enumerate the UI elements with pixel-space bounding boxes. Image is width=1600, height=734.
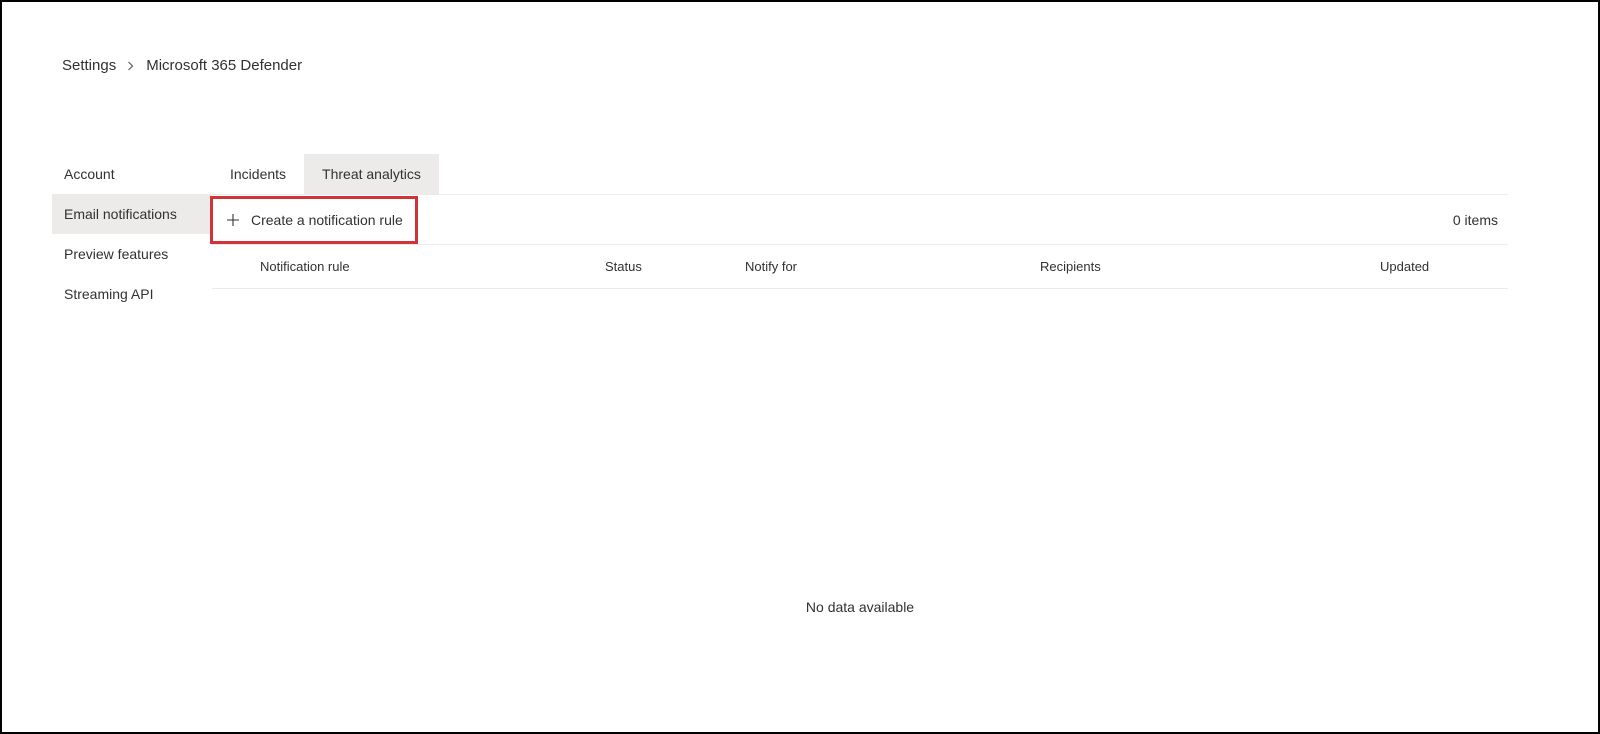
plus-icon (225, 212, 241, 228)
chevron-right-icon (126, 58, 136, 74)
create-button-label: Create a notification rule (251, 212, 403, 228)
empty-state-message: No data available (212, 289, 1508, 615)
tab-incidents[interactable]: Incidents (212, 154, 304, 194)
sidebar-item-account[interactable]: Account (52, 154, 212, 194)
settings-sidebar: Account Email notifications Preview feat… (52, 154, 212, 615)
sidebar-item-email-notifications[interactable]: Email notifications (52, 194, 212, 234)
column-checkbox (212, 259, 260, 274)
item-count: 0 items (1453, 212, 1508, 228)
create-notification-rule-button[interactable]: Create a notification rule (210, 196, 418, 244)
main-content: Incidents Threat analytics Create a noti… (212, 154, 1508, 615)
column-notification-rule[interactable]: Notification rule (260, 259, 605, 274)
column-notify-for[interactable]: Notify for (745, 259, 1040, 274)
sidebar-item-preview-features[interactable]: Preview features (52, 234, 212, 274)
column-status[interactable]: Status (605, 259, 745, 274)
tabs: Incidents Threat analytics (212, 154, 1508, 195)
breadcrumb: Settings Microsoft 365 Defender (2, 2, 1598, 74)
tab-threat-analytics[interactable]: Threat analytics (304, 154, 439, 194)
table-header: Notification rule Status Notify for Reci… (212, 245, 1508, 289)
column-updated[interactable]: Updated (1380, 259, 1508, 274)
breadcrumb-current: Microsoft 365 Defender (146, 57, 302, 74)
toolbar: Create a notification rule 0 items (212, 195, 1508, 245)
column-recipients[interactable]: Recipients (1040, 259, 1380, 274)
sidebar-item-streaming-api[interactable]: Streaming API (52, 274, 212, 314)
breadcrumb-parent[interactable]: Settings (62, 57, 116, 74)
